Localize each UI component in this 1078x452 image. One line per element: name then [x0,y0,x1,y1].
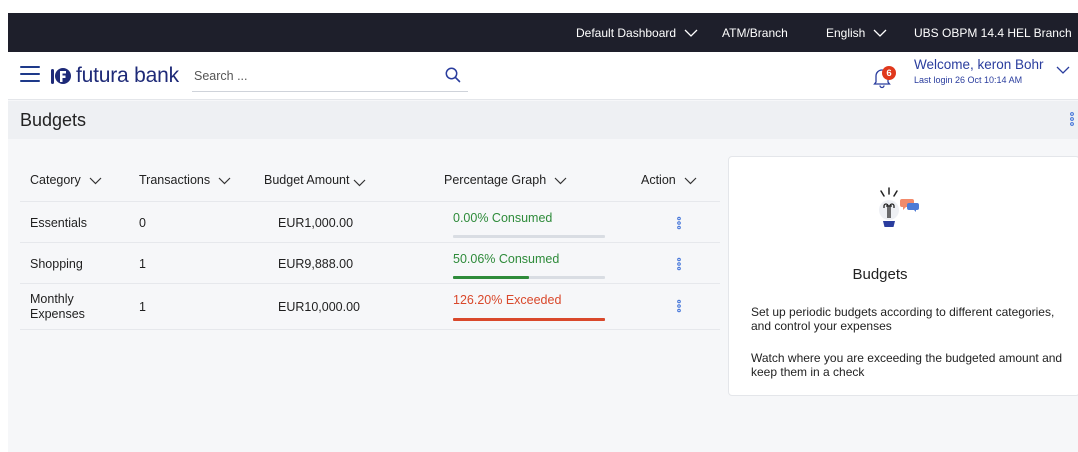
chevron-down-icon [218,177,231,184]
header: futura bank 6 Welcome, keron Bohr Last l… [8,52,1078,100]
futura-logo-icon [51,68,71,84]
language-dropdown[interactable]: English [826,13,887,52]
percentage-text: 50.06% Consumed [453,252,560,266]
atm-branch-label: ATM/Branch [722,25,788,40]
table-row[interactable]: Monthly Expenses 1 EUR10,000.00 126.20% … [20,284,720,330]
kebab-icon[interactable] [676,299,682,313]
branch-dropdown[interactable]: UBS OBPM 14.4 HEL Branch [914,13,1078,52]
branch-label: UBS OBPM 14.4 HEL Branch [914,25,1072,40]
brand-name: futura bank [76,64,179,87]
search-box [192,62,468,92]
table-header: Category Transactions Budget Amount Perc… [20,151,720,202]
progress-track [453,276,605,279]
table-row[interactable]: Essentials 0 EUR1,000.00 0.00% Consumed [20,202,720,243]
chevron-down-icon [354,179,366,186]
hamburger-menu-icon[interactable] [20,66,40,82]
transactions-cell: 1 [139,257,146,271]
budget-amount-cell: EUR9,888.00 [278,257,354,271]
column-header-budget-amount[interactable]: Budget Amount [264,173,366,187]
default-dashboard-dropdown[interactable]: Default Dashboard [576,13,698,52]
welcome-text: Welcome, keron Bohr [914,57,1044,72]
chevron-down-icon [684,177,697,184]
top-bar: Default Dashboard ATM/Branch English UBS… [8,13,1078,52]
budget-amount-cell: EUR10,000.00 [278,300,361,314]
page-title-bar: Budgets [8,101,1078,139]
budgets-table: Category Transactions Budget Amount Perc… [20,151,720,330]
progress-fill [453,276,530,279]
percentage-text: 0.00% Consumed [453,211,553,225]
kebab-icon[interactable] [676,257,682,271]
category-cell: Monthly Expenses [30,292,85,321]
column-header-label: Budget Amount [264,173,350,187]
page-title: Budgets [20,110,87,130]
progress-track [453,235,605,238]
app-frame: Default Dashboard ATM/Branch English UBS… [8,13,1078,452]
card-title: Budgets [852,266,908,283]
percentage-text: 126.20% Exceeded [453,293,562,307]
kebab-icon[interactable] [676,216,682,230]
category-cell: Shopping [30,257,83,271]
progress-fill [453,318,605,321]
transactions-cell: 0 [139,216,146,230]
progress-track [453,318,605,321]
notifications-button[interactable]: 6 [872,65,898,89]
column-header-label: Category [30,173,81,187]
chevron-down-icon [1056,66,1070,74]
lightbulb-chat-icon [879,187,919,227]
column-header-label: Percentage Graph [444,173,547,187]
table-row[interactable]: Shopping 1 EUR9,888.00 50.06% Consumed [20,243,720,284]
budgets-info-card: Budgets Set up periodic budgets accordin… [728,156,1078,396]
user-menu[interactable]: Welcome, keron Bohr Last login 26 Oct 10… [914,57,1078,93]
column-header-category[interactable]: Category [30,173,102,187]
search-input[interactable] [192,62,432,90]
atm-branch-link[interactable]: ATM/Branch [722,13,788,52]
notification-count-badge: 6 [882,66,896,80]
default-dashboard-label: Default Dashboard [576,25,677,40]
column-header-transactions[interactable]: Transactions [139,173,231,187]
budget-amount-cell: EUR1,000.00 [278,216,354,230]
brand-logo[interactable]: futura bank [50,62,179,90]
category-cell: Essentials [30,216,87,230]
card-description-2: Watch where you are exceeding the budget… [751,351,1063,379]
last-login-text: Last login 26 Oct 10:14 AM [914,75,1023,85]
search-icon[interactable] [444,66,462,84]
card-description-1: Set up periodic budgets according to dif… [751,305,1055,333]
column-header-label: Transactions [139,173,211,187]
column-header-percentage-graph[interactable]: Percentage Graph [444,173,567,187]
kebab-icon[interactable] [1069,111,1075,127]
column-header-action[interactable]: Action [641,173,697,187]
language-label: English [826,25,866,40]
chevron-down-icon [554,177,567,184]
chevron-down-icon [873,29,887,37]
chevron-down-icon [89,177,102,184]
transactions-cell: 1 [139,300,146,314]
column-header-label: Action [641,173,676,187]
chevron-down-icon [684,29,698,37]
